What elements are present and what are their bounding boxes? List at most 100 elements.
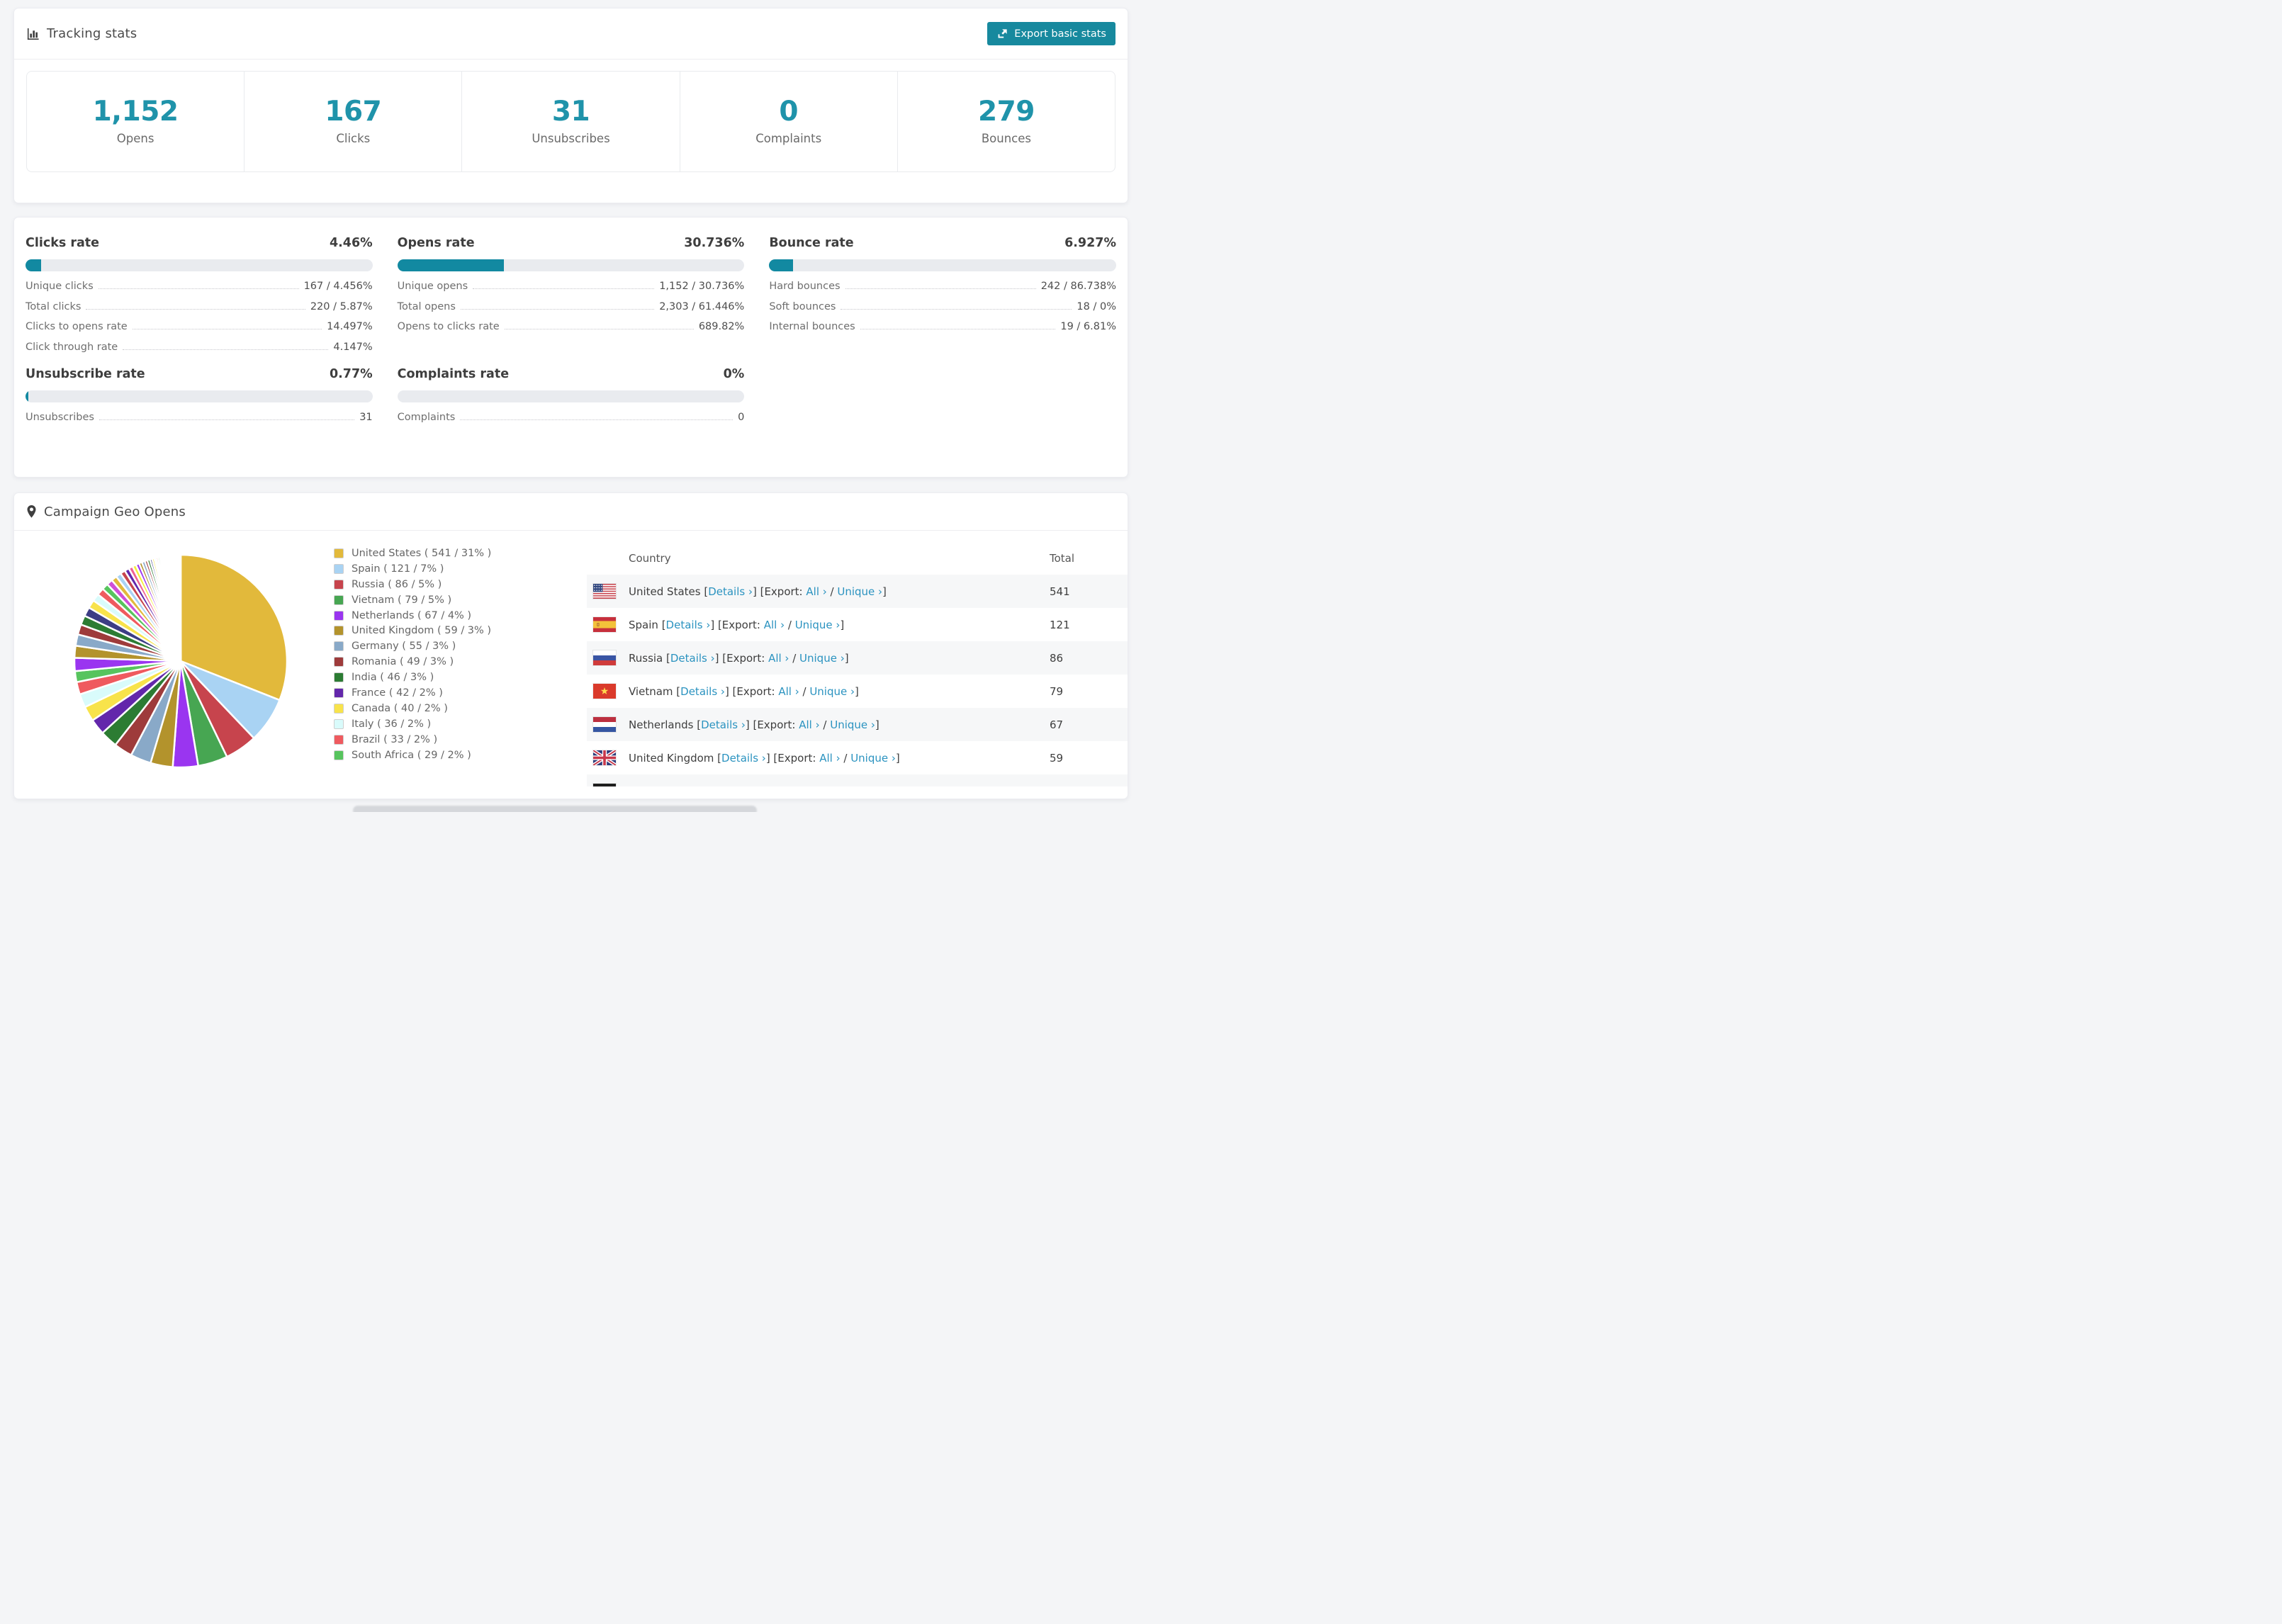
progress-bar-track (26, 390, 373, 402)
legend-label: Vietnam ( 79 / 5% ) (352, 594, 452, 606)
rate-row: Total clicks 220 / 5.87% (26, 301, 373, 322)
stat-value: 279 (977, 96, 1035, 128)
rate-row-value: 0 (738, 412, 745, 423)
legend-item: Vietnam ( 79 / 5% ) (334, 592, 491, 608)
rate-row: Unique clicks 167 / 4.456% (26, 281, 373, 301)
country-cell: Germany [Details ›] [Export: All › / Uni… (629, 785, 1049, 787)
country-total: 59 (1050, 751, 1064, 765)
geo-table-row: Vietnam [Details ›] [Export: All › / Uni… (587, 675, 1128, 708)
rate-row-value: 220 / 5.87% (310, 300, 373, 312)
rate-row-label: Unique opens (397, 281, 468, 292)
legend-swatch (334, 718, 344, 729)
rate-row-label: Clicks to opens rate (26, 321, 128, 332)
export-all-link[interactable]: All › (783, 785, 804, 787)
flag-cell (587, 684, 629, 699)
rate-row-value: 689.82% (698, 321, 745, 332)
progress-bar-track (26, 259, 373, 271)
progress-bar-fill (26, 390, 28, 402)
bar-chart-icon (26, 27, 40, 40)
flag-cell (587, 717, 629, 732)
export-unique-link[interactable]: Unique › (795, 619, 841, 631)
rate-title: Clicks rate (26, 236, 100, 250)
details-link[interactable]: Details › (708, 585, 753, 598)
legend-item: United Kingdom ( 59 / 3% ) (334, 623, 491, 638)
details-link[interactable]: Details › (670, 652, 715, 665)
rate-row-label: Total clicks (26, 300, 82, 312)
export-unique-link[interactable]: Unique › (809, 685, 855, 698)
export-icon (996, 28, 1008, 40)
details-link[interactable]: Details › (701, 718, 746, 731)
flag-gb-icon (593, 750, 616, 765)
rate-rows: Complaints 0 (398, 412, 745, 432)
geo-content: United States ( 541 / 31% ) Spain ( 121 /… (14, 531, 1128, 799)
country-cell: Spain [Details ›] [Export: All › / Uniqu… (629, 618, 845, 631)
country-cell: United States [Details ›] [Export: All ›… (629, 585, 887, 598)
campaign-geo-opens-card: Campaign Geo Opens United States ( 541 /… (13, 492, 1128, 799)
progress-bar-track (769, 259, 1116, 271)
export-all-link[interactable]: All › (806, 585, 826, 598)
progress-bar-fill (769, 259, 794, 271)
stat-value: 1,152 (92, 96, 179, 128)
rate-rows: Unique opens 1,152 / 30.736% Total opens 2,… (398, 281, 745, 342)
rate-row-label: Total opens (397, 300, 456, 312)
progress-bar-fill (397, 259, 505, 271)
flag-cell (587, 784, 629, 786)
legend-label: United States ( 541 / 31% ) (352, 547, 492, 559)
rates-card: Clicks rate 4.46% Unique clicks 167 / 4.456… (13, 217, 1128, 478)
export-all-link[interactable]: All › (768, 652, 789, 665)
export-basic-stats-button[interactable]: Export basic stats (987, 22, 1115, 45)
stat-box-bounces: 279 Bounces (896, 72, 1115, 171)
legend-swatch (334, 672, 344, 683)
details-link[interactable]: Details › (666, 619, 711, 631)
export-unique-link[interactable]: Unique › (837, 585, 882, 598)
legend-swatch (334, 579, 344, 590)
export-unique-link[interactable]: Unique › (814, 785, 860, 787)
export-all-link[interactable]: All › (764, 619, 785, 631)
legend-label: Romania ( 49 / 3% ) (352, 656, 454, 668)
rate-block-unsubscribe-rate: Unsubscribe rate 0.77% Unsubscribes 31 (26, 367, 373, 432)
export-button-label: Export basic stats (1014, 28, 1106, 40)
country-cell: Russia [Details ›] [Export: All › / Uniq… (629, 651, 849, 665)
export-all-link[interactable]: All › (799, 718, 819, 731)
details-link[interactable]: Details › (680, 685, 725, 698)
rate-row-value: 242 / 86.738% (1040, 281, 1116, 292)
rate-block-bounce-rate: Bounce rate 6.927% Hard bounces 242 / 86.73… (769, 236, 1116, 361)
flag-cell (587, 617, 629, 632)
details-link[interactable]: Details › (685, 785, 730, 787)
export-unique-link[interactable]: Unique › (799, 652, 845, 665)
pie-legend: United States ( 541 / 31% ) Spain ( 121 /… (334, 546, 491, 762)
legend-swatch (334, 657, 344, 667)
details-link[interactable]: Details › (721, 752, 766, 765)
stat-box-unsubscribes: 31 Unsubscribes (461, 72, 679, 171)
rate-block-opens-rate: Opens rate 30.736% Unique opens 1,152 / 30.… (397, 236, 745, 361)
rate-title-row: Bounce rate 6.927% (769, 236, 1116, 250)
stat-box-complaints: 0 Complaints (679, 72, 897, 171)
horizontal-scrollbar[interactable] (353, 806, 757, 812)
rate-row: Total opens 2,303 / 61.446% (398, 301, 745, 322)
rate-row-value: 167 / 4.456% (303, 281, 373, 292)
legend-label: Brazil ( 33 / 2% ) (352, 733, 438, 745)
legend-label: France ( 42 / 2% ) (352, 687, 443, 699)
tracking-stats-header: Tracking stats Export basic stats (14, 9, 1128, 60)
country-total: 541 (1050, 585, 1070, 598)
export-all-link[interactable]: All › (778, 685, 799, 698)
rate-value: 30.736% (684, 236, 745, 250)
flag-cell (587, 584, 629, 599)
progress-bar-track (397, 259, 745, 271)
legend-swatch (334, 641, 344, 652)
rate-row: Unique opens 1,152 / 30.736% (398, 281, 745, 301)
country-cell: Netherlands [Details ›] [Export: All › /… (629, 718, 879, 731)
geo-table-row: Netherlands [Details ›] [Export: All › /… (587, 708, 1128, 741)
export-all-link[interactable]: All › (819, 752, 840, 765)
rate-value: 4.46% (329, 236, 373, 250)
rate-row: Soft bounces 18 / 0% (769, 301, 1116, 322)
legend-item: France ( 42 / 2% ) (334, 685, 491, 701)
export-unique-link[interactable]: Unique › (850, 752, 896, 765)
country-name: Spain (629, 618, 658, 631)
country-cell: Vietnam [Details ›] [Export: All › / Uni… (629, 684, 859, 698)
geo-title: Campaign Geo Opens (44, 504, 186, 519)
dotted-leader (841, 308, 1072, 310)
legend-label: Canada ( 40 / 2% ) (352, 702, 448, 714)
flag-vn-icon (593, 684, 616, 699)
export-unique-link[interactable]: Unique › (830, 718, 875, 731)
